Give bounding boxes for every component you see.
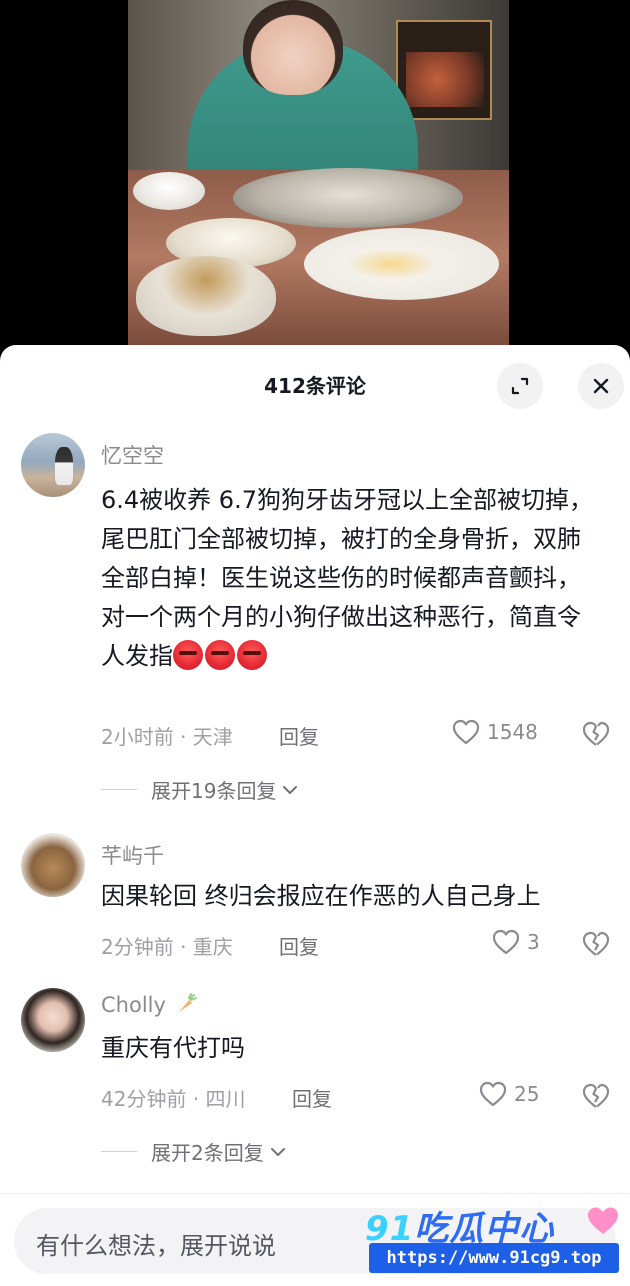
dislike-button[interactable] <box>581 1082 611 1114</box>
like-button[interactable]: 3 <box>491 928 540 956</box>
angry-face-emoji-icon <box>173 640 269 670</box>
like-count: 3 <box>527 930 540 954</box>
like-count: 25 <box>514 1082 540 1106</box>
reply-button[interactable]: 回复 <box>292 1083 332 1112</box>
menu-poster <box>396 20 492 120</box>
avatar[interactable] <box>21 833 85 897</box>
expand-replies-label: 展开19条回复 <box>151 779 277 803</box>
broken-heart-icon <box>582 931 610 956</box>
heart-icon <box>588 1207 618 1234</box>
hotpot-pan <box>233 168 463 228</box>
close-icon <box>593 378 609 394</box>
chevron-down-icon <box>270 1147 285 1156</box>
chevron-down-icon <box>283 785 298 794</box>
comment-username[interactable]: 芊屿千 <box>101 840 164 870</box>
avatar[interactable] <box>21 988 85 1052</box>
comment-username-text: Cholly <box>101 993 166 1017</box>
divider <box>101 789 137 790</box>
heart-icon <box>452 719 480 745</box>
food-plate <box>304 228 499 300</box>
comment-text: 6.4被收养 6.7狗狗牙齿牙冠以上全部被切掉，尾巴肛门全部被切掉，被打的全身骨… <box>101 481 601 676</box>
comment-meta: 2分钟前 · 重庆 <box>101 935 233 959</box>
watermark-url: https://www.91cg9.top <box>369 1243 619 1273</box>
person-head <box>243 0 343 95</box>
comment-input-placeholder: 有什么想法，展开说说 <box>36 1232 276 1260</box>
expand-replies-label: 展开2条回复 <box>151 1141 264 1165</box>
bowl <box>133 172 205 210</box>
expand-replies-button[interactable]: 展开2条回复 <box>101 1137 288 1166</box>
avatar[interactable] <box>21 433 85 497</box>
comment-username[interactable]: 忆空空 <box>101 440 164 470</box>
comment-text: 重庆有代打吗 <box>101 1034 245 1062</box>
heart-icon <box>492 929 520 955</box>
expand-sheet-button[interactable] <box>497 363 543 409</box>
site-watermark: 91吃瓜中心 https://www.91cg9.top <box>365 1197 627 1279</box>
like-button[interactable]: 1548 <box>451 718 538 746</box>
comment-sheet: 412条评论 忆空空 6.4被收养 6.7狗狗牙齿牙冠以上全部被切掉，尾巴肛门全… <box>0 345 630 1286</box>
comment-meta: 42分钟前 · 四川 <box>101 1087 246 1111</box>
expand-icon <box>511 377 529 395</box>
close-button[interactable] <box>578 363 624 409</box>
like-button[interactable]: 25 <box>478 1080 539 1108</box>
bowl <box>136 256 276 336</box>
comment-text: 因果轮回 终归会报应在作恶的人自己身上 <box>101 882 541 910</box>
comment-username[interactable]: Cholly <box>101 992 199 1017</box>
reply-button[interactable]: 回复 <box>279 721 319 750</box>
broken-heart-icon <box>582 721 610 746</box>
expand-replies-button[interactable]: 展开19条回复 <box>101 775 300 804</box>
comment-meta: 2小时前 · 天津 <box>101 725 233 749</box>
dislike-button[interactable] <box>581 720 611 752</box>
divider <box>101 1151 137 1152</box>
heart-icon <box>479 1081 507 1107</box>
reply-button[interactable]: 回复 <box>279 931 319 960</box>
broken-heart-icon <box>582 1083 610 1108</box>
dislike-button[interactable] <box>581 930 611 962</box>
carrot-icon <box>178 993 197 1012</box>
video-player[interactable] <box>0 0 630 345</box>
like-count: 1548 <box>487 720 538 744</box>
video-frame <box>128 0 509 345</box>
